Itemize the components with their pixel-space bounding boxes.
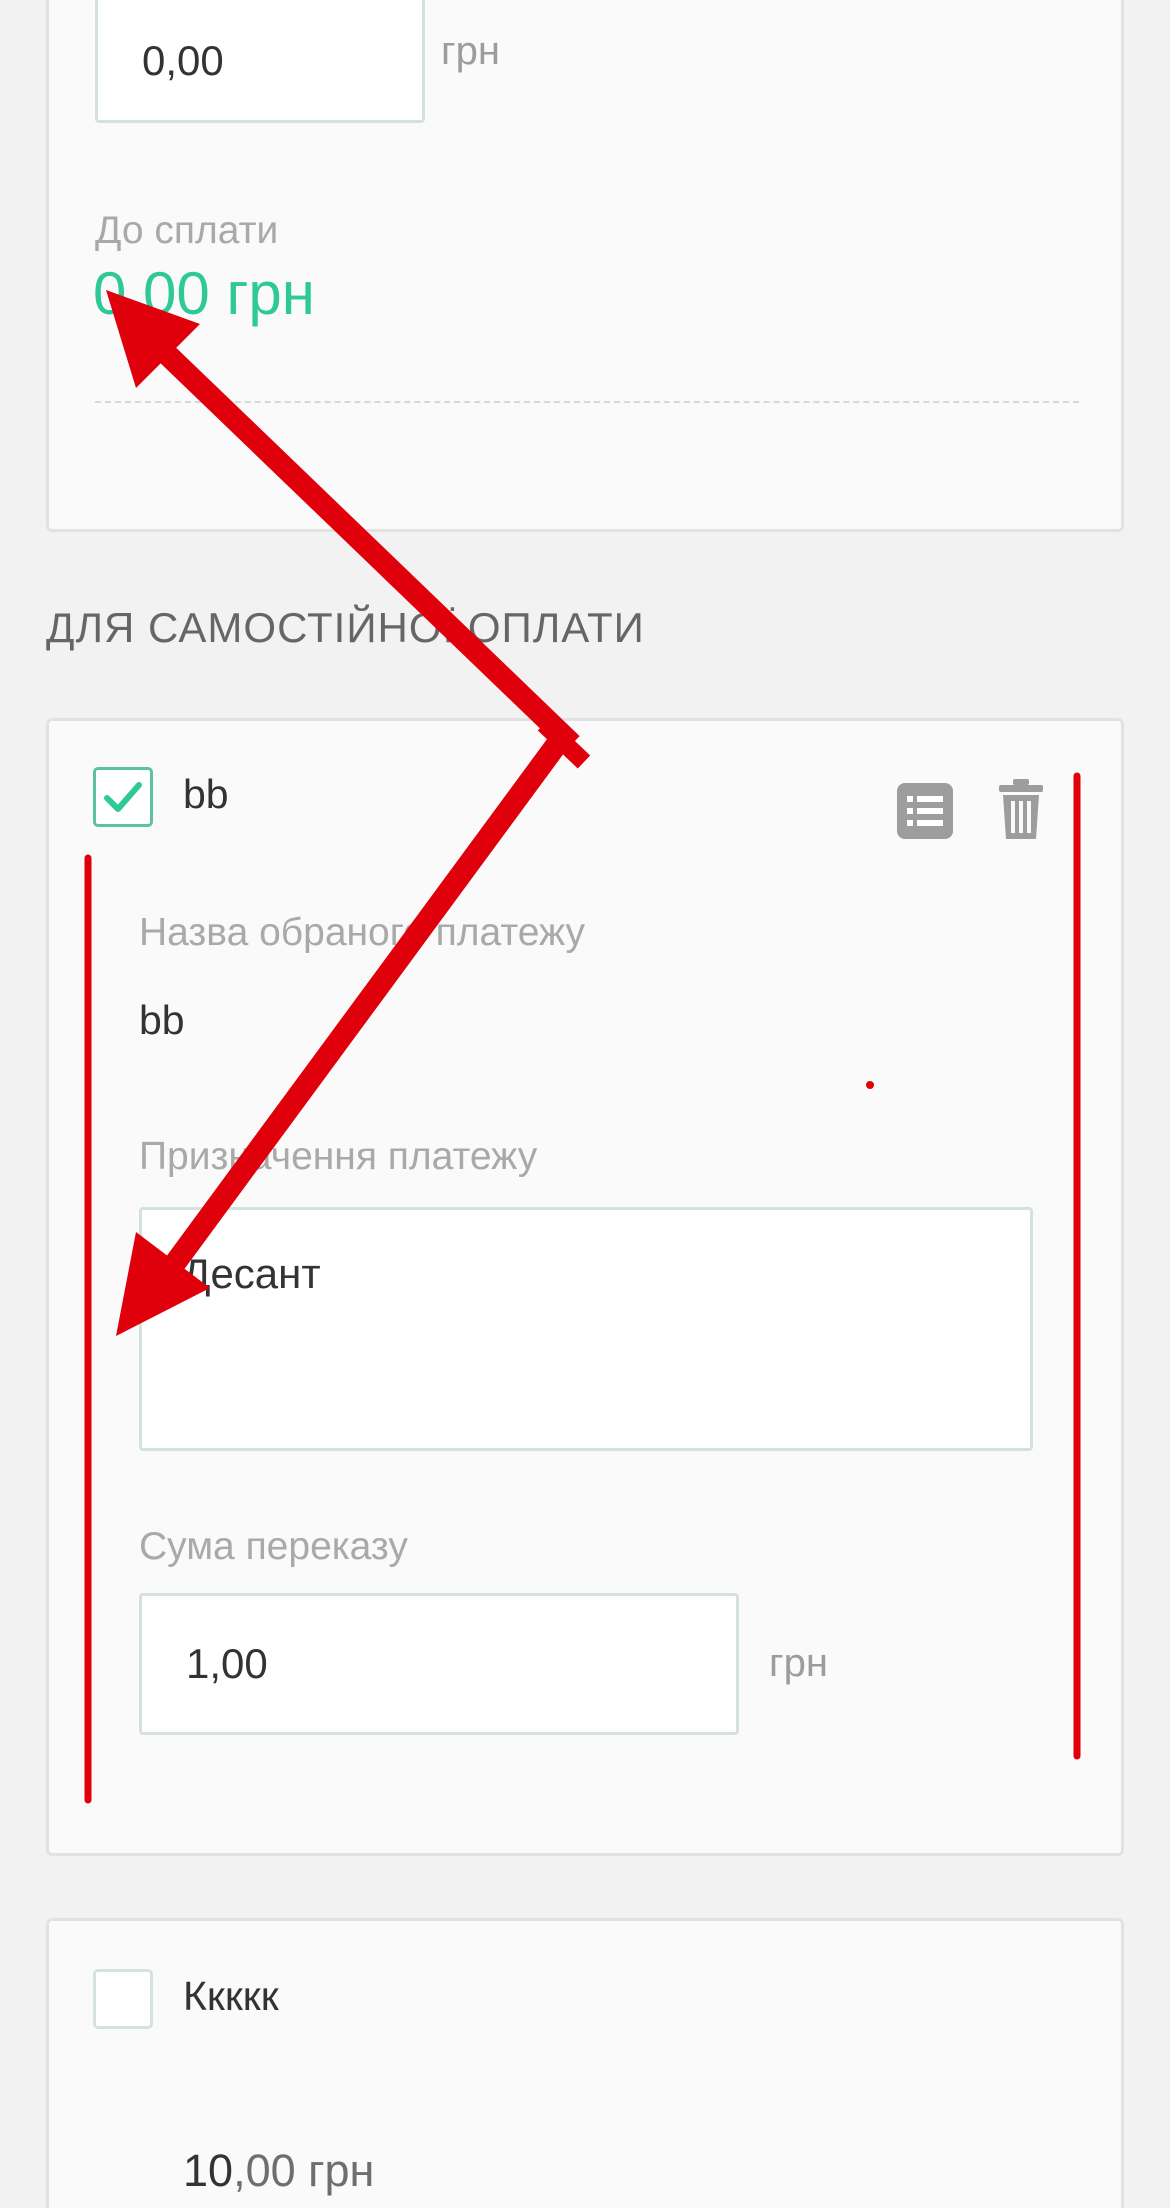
- to-pay-value: 0,00 грн: [93, 260, 315, 327]
- dashed-divider: [95, 401, 1079, 403]
- amount-unit: грн: [441, 29, 500, 73]
- payment-kkkkk-name: Ккккк: [183, 1973, 279, 2019]
- payment-screen: 0,00 грн До сплати 0,00 грн ДЛЯ САМОСТІЙ…: [0, 0, 1170, 2208]
- payment-kkkkk-checkbox[interactable]: [93, 1969, 153, 2029]
- payment-card-bb: bb Назва обраного платежу bb Призначення…: [46, 718, 1124, 1856]
- payment-card-kkkkk: Ккккк 10,00 грн: [46, 1918, 1124, 2208]
- self-pay-section-title: ДЛЯ САМОСТІЙНОЇ ОПЛАТИ: [46, 604, 645, 651]
- payment-purpose-value: Десант: [182, 1250, 321, 1297]
- transfer-amount-input[interactable]: 1,00: [139, 1593, 739, 1735]
- summary-card: 0,00 грн До сплати 0,00 грн: [46, 0, 1124, 532]
- payment-kkkkk-amount: 10,00 грн: [183, 2145, 374, 2197]
- payment-bb-checkbox[interactable]: [93, 767, 153, 827]
- selected-payment-name-label: Назва обраного платежу: [139, 911, 586, 954]
- amount-input[interactable]: 0,00: [95, 0, 425, 123]
- payment-kkkkk-amount-frac: ,00 грн: [233, 2145, 375, 2196]
- payment-kkkkk-amount-int: 10: [183, 2145, 234, 2196]
- list-icon[interactable]: [897, 783, 953, 839]
- transfer-amount-unit: грн: [769, 1641, 828, 1685]
- payment-purpose-label: Призначення платежу: [139, 1135, 538, 1178]
- payment-purpose-textarea[interactable]: Десант: [139, 1207, 1033, 1451]
- to-pay-label: До сплати: [95, 209, 279, 252]
- amount-input-value: 0,00: [142, 37, 224, 84]
- selected-payment-name-value: bb: [139, 997, 185, 1043]
- transfer-amount-value: 1,00: [186, 1640, 268, 1687]
- trash-icon[interactable]: [999, 779, 1043, 839]
- checkmark-icon: [104, 782, 142, 812]
- transfer-amount-label: Сума переказу: [139, 1525, 408, 1568]
- payment-bb-name: bb: [183, 771, 229, 817]
